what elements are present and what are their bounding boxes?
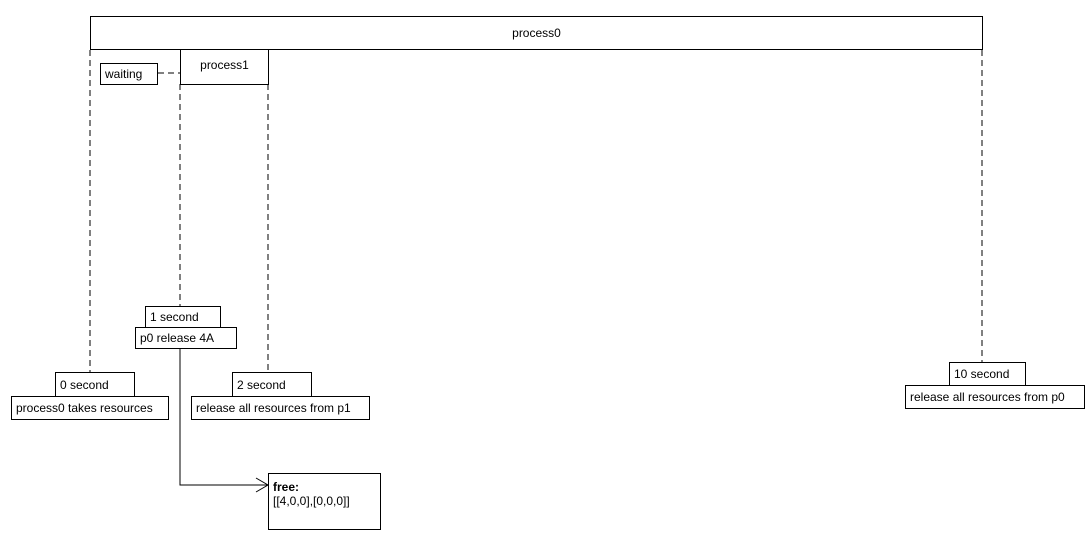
event-0s-text[interactable]: process0 takes resources	[11, 396, 169, 420]
event-0s-text-label: process0 takes resources	[16, 401, 153, 415]
waiting-label: waiting	[105, 67, 143, 81]
note-title: free:	[273, 480, 300, 494]
process0-label: process0	[512, 26, 561, 40]
event-1s-text[interactable]: p0 release 4A	[135, 327, 237, 349]
event-1s-text-label: p0 release 4A	[140, 331, 215, 345]
event-10s-text-label: release all resources from p0	[910, 390, 1065, 404]
event-0s-time[interactable]: 0 second	[55, 372, 135, 397]
event-10s-text[interactable]: release all resources from p0	[905, 385, 1085, 409]
event-1s-time-label: 1 second	[150, 310, 199, 324]
event-2s-text-label: release all resources from p1	[196, 401, 351, 415]
process1-label: process1	[200, 58, 249, 72]
note-value: [[4,0,0],[0,0,0]]	[273, 494, 350, 509]
event-2s-text[interactable]: release all resources from p1	[191, 396, 370, 420]
free-resources-note[interactable]: free: [[4,0,0],[0,0,0]]	[268, 473, 381, 530]
event-10s-time[interactable]: 10 second	[949, 362, 1026, 386]
process1-header[interactable]: process1	[180, 49, 269, 85]
waiting-state[interactable]: waiting	[100, 63, 158, 85]
event-1s-time[interactable]: 1 second	[145, 306, 221, 328]
diagram-lines	[89, 50, 983, 493]
event-0s-time-label: 0 second	[60, 377, 109, 392]
event-2s-time[interactable]: 2 second	[232, 372, 312, 397]
event-10s-time-label: 10 second	[954, 367, 1010, 381]
event-2s-time-label: 2 second	[237, 377, 286, 392]
process0-header[interactable]: process0	[90, 16, 983, 50]
